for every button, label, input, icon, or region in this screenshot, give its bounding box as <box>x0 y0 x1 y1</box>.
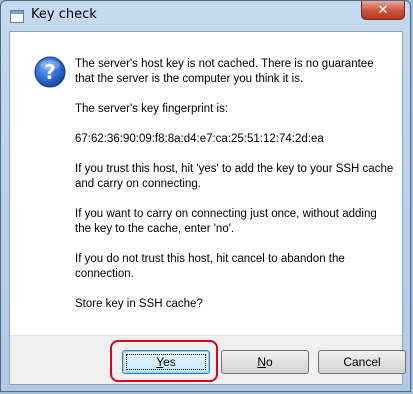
no-instruction: If you want to carry on connecting just … <box>75 208 377 235</box>
no-button[interactable]: No <box>221 350 309 374</box>
fingerprint-value: 67:62:36:90:09:f8:8a:d4:e7:ca:25:51:12:7… <box>75 133 324 145</box>
yes-instruction: If you trust this host, hit 'yes' to add… <box>75 163 394 190</box>
title-bar[interactable]: Key check ✕ <box>1 1 410 31</box>
cancel-instruction: If you do not trust this host, hit cance… <box>75 253 345 280</box>
fingerprint-label: The server's key fingerprint is: <box>75 103 229 115</box>
yes-button[interactable]: Yes <box>122 350 210 374</box>
no-label: No <box>257 355 273 369</box>
question-icon: ? <box>34 56 66 88</box>
message-text: The server's host key is not cached. The… <box>75 57 395 327</box>
window-app-icon <box>10 10 24 23</box>
close-icon: ✕ <box>377 2 389 18</box>
store-key-question: Store key in SSH cache? <box>75 298 203 310</box>
close-button[interactable]: ✕ <box>361 1 405 20</box>
focus-rect <box>126 354 206 370</box>
window-title: Key check <box>31 7 97 22</box>
svg-text:?: ? <box>44 60 56 84</box>
dialog-body: ? The server's host key is not cached. T… <box>9 31 406 385</box>
host-key-warning: The server's host key is not cached. The… <box>75 58 374 85</box>
dialog-window: Key check ✕ ? The server's host key is n… <box>0 0 411 392</box>
cancel-button[interactable]: Cancel <box>318 350 406 374</box>
